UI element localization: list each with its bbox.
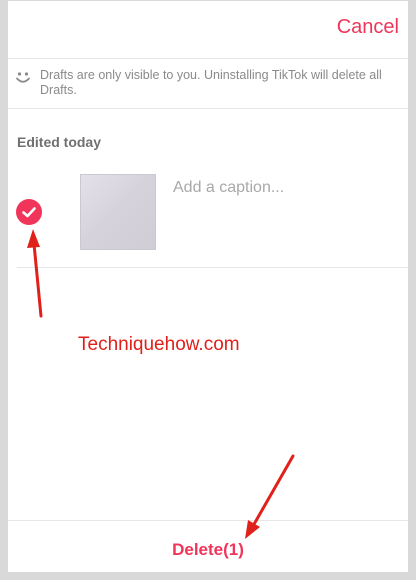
header-divider: [8, 58, 408, 59]
draft-thumbnail[interactable]: [80, 174, 156, 250]
section-label: Edited today: [17, 134, 102, 150]
watermark-text: Techniquehow.com: [78, 334, 240, 355]
draft-item[interactable]: Add a caption...: [8, 168, 408, 268]
caption-placeholder[interactable]: Add a caption...: [173, 179, 284, 197]
smile-icon: [16, 72, 30, 83]
checkmark-icon[interactable]: [16, 199, 42, 225]
notice-divider: [8, 108, 408, 109]
notice-text: Drafts are only visible to you. Uninstal…: [40, 68, 382, 97]
draft-divider: [17, 267, 408, 268]
cancel-button[interactable]: Cancel: [337, 16, 399, 39]
header-bar: Cancel: [8, 0, 408, 58]
delete-button[interactable]: Delete(1): [8, 540, 408, 560]
footer-bar: Delete(1): [8, 520, 408, 572]
drafts-notice: Drafts are only visible to you. Uninstal…: [14, 68, 394, 98]
